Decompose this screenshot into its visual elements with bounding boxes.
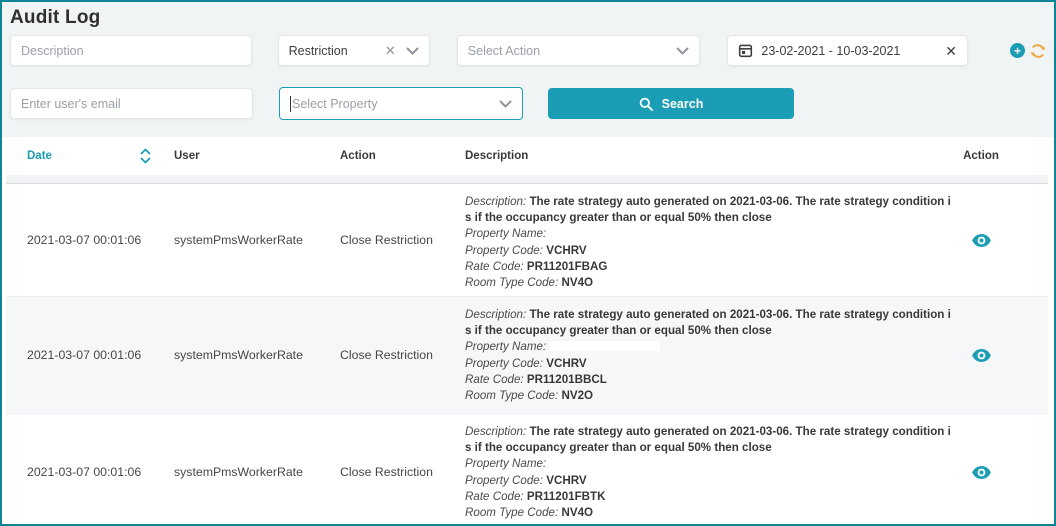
toolbar-icons: +: [1010, 43, 1046, 59]
column-header-row-action: Action: [957, 150, 1005, 162]
table-row: 2021-03-07 00:01:06 systemPmsWorkerRate …: [6, 414, 1048, 526]
row-date: 2021-03-07 00:01:06: [27, 465, 141, 479]
audit-table: Date User Action Description Action 2021…: [2, 137, 1054, 526]
date-range-picker[interactable]: 23-02-2021 - 10-03-2021 ✕: [727, 35, 968, 66]
column-header-date-label: Date: [27, 150, 52, 162]
date-range-value: 23-02-2021 - 10-03-2021: [761, 44, 900, 58]
row-user: systemPmsWorkerRate: [174, 348, 303, 362]
row-user: systemPmsWorkerRate: [174, 233, 303, 247]
view-details-eye-icon[interactable]: [972, 349, 991, 362]
action-select[interactable]: Select Action: [457, 35, 701, 66]
table-header-row: Date User Action Description Action: [6, 137, 1048, 175]
row-user: systemPmsWorkerRate: [174, 465, 303, 479]
action-select-placeholder: Select Action: [468, 44, 540, 58]
calendar-icon: [738, 43, 753, 58]
chevron-down-icon[interactable]: [499, 100, 512, 108]
restriction-select[interactable]: Restriction ✕: [278, 35, 430, 66]
redacted-property-name: [550, 458, 660, 468]
property-select[interactable]: Select Property: [279, 87, 523, 120]
chevron-down-icon[interactable]: [676, 47, 689, 55]
header-divider: [6, 175, 1048, 184]
row-action: Close Restriction: [340, 233, 433, 247]
description-filter-input[interactable]: [10, 35, 252, 66]
search-icon: [639, 97, 653, 111]
redacted-property-name: [550, 228, 660, 238]
filter-row-1: Restriction ✕ Select Action 23-02-2021 -…: [10, 35, 1046, 66]
row-description: Description: The rate strategy auto gene…: [444, 414, 957, 526]
search-button[interactable]: Search: [548, 88, 794, 119]
column-header-date[interactable]: Date: [6, 148, 153, 164]
property-select-placeholder: Select Property: [292, 97, 377, 111]
restriction-clear-icon[interactable]: ✕: [385, 44, 396, 57]
add-icon[interactable]: +: [1010, 43, 1025, 58]
search-button-label: Search: [662, 97, 704, 111]
row-action: Close Restriction: [340, 348, 433, 362]
row-action: Close Restriction: [340, 465, 433, 479]
refresh-icon[interactable]: [1030, 43, 1046, 59]
row-date: 2021-03-07 00:01:06: [27, 348, 141, 362]
row-description: Description: The rate strategy auto gene…: [444, 184, 957, 296]
filters-panel: Audit Log Restriction ✕ Select Action: [2, 2, 1054, 137]
row-date: 2021-03-07 00:01:06: [27, 233, 141, 247]
row-description: Description: The rate strategy auto gene…: [444, 297, 957, 413]
restriction-select-value: Restriction: [289, 44, 348, 58]
column-header-description: Description: [444, 150, 957, 162]
sort-icon[interactable]: [140, 148, 151, 164]
input-caret: [290, 96, 291, 112]
redacted-property-name: [550, 341, 660, 351]
user-email-input[interactable]: [10, 88, 253, 119]
date-clear-icon[interactable]: ✕: [945, 44, 957, 58]
filter-row-2: Select Property Search: [10, 87, 1046, 120]
view-details-eye-icon[interactable]: [972, 234, 991, 247]
page-title: Audit Log: [10, 7, 1046, 29]
column-header-user: User: [153, 150, 319, 162]
column-header-action: Action: [319, 150, 444, 162]
table-row: 2021-03-07 00:01:06 systemPmsWorkerRate …: [6, 184, 1048, 297]
table-row: 2021-03-07 00:01:06 systemPmsWorkerRate …: [6, 297, 1048, 414]
view-details-eye-icon[interactable]: [972, 466, 991, 479]
chevron-down-icon[interactable]: [406, 47, 419, 55]
audit-log-page: Audit Log Restriction ✕ Select Action: [0, 0, 1056, 526]
